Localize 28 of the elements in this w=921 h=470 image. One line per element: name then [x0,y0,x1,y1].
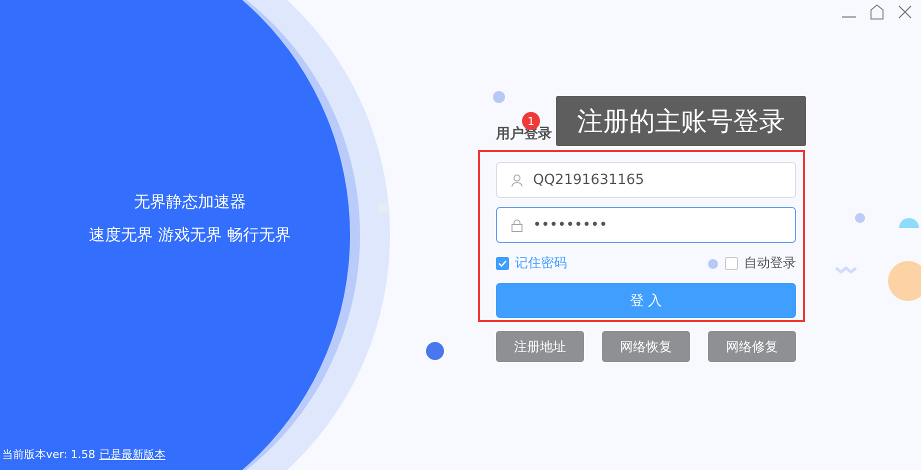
user-icon [511,174,523,187]
slogan: 速度无界 游戏无界 畅行无界 [88,225,292,246]
action-button[interactable]: 网络修复 [708,331,796,362]
annotation-badge: 1 [522,112,540,130]
action-button[interactable]: 网络恢复 [602,331,690,362]
username-field[interactable]: QQ2191631165 [496,162,796,198]
checkbox[interactable] [725,256,738,270]
annotation-label: 注册的主账号登录 [556,96,806,146]
dot-decoration [708,259,718,269]
password-field[interactable]: ••••••••• [496,207,796,243]
semicircle-decoration [899,218,919,228]
square-decoration [378,203,388,213]
lock-icon [511,219,523,232]
action-button[interactable]: 注册地址 [496,331,584,362]
dot-decoration [855,213,865,223]
checkbox-label: 记住密码 [515,255,567,272]
dot-decoration [426,342,444,360]
zigzag-decoration [835,266,857,274]
home-icon[interactable] [869,4,885,20]
checkbox-label: 自动登录 [744,255,796,272]
close-icon[interactable] [897,4,913,20]
version-text: 当前版本ver: 1.58 [2,447,96,462]
checkbox[interactable] [496,256,509,270]
login-button[interactable]: 登 入 [496,283,796,318]
circle-decoration [888,261,921,301]
update-status-link[interactable]: 已是最新版本 [99,447,166,462]
app-title: 无界静态加速器 [134,192,246,213]
dot-decoration [493,91,505,103]
